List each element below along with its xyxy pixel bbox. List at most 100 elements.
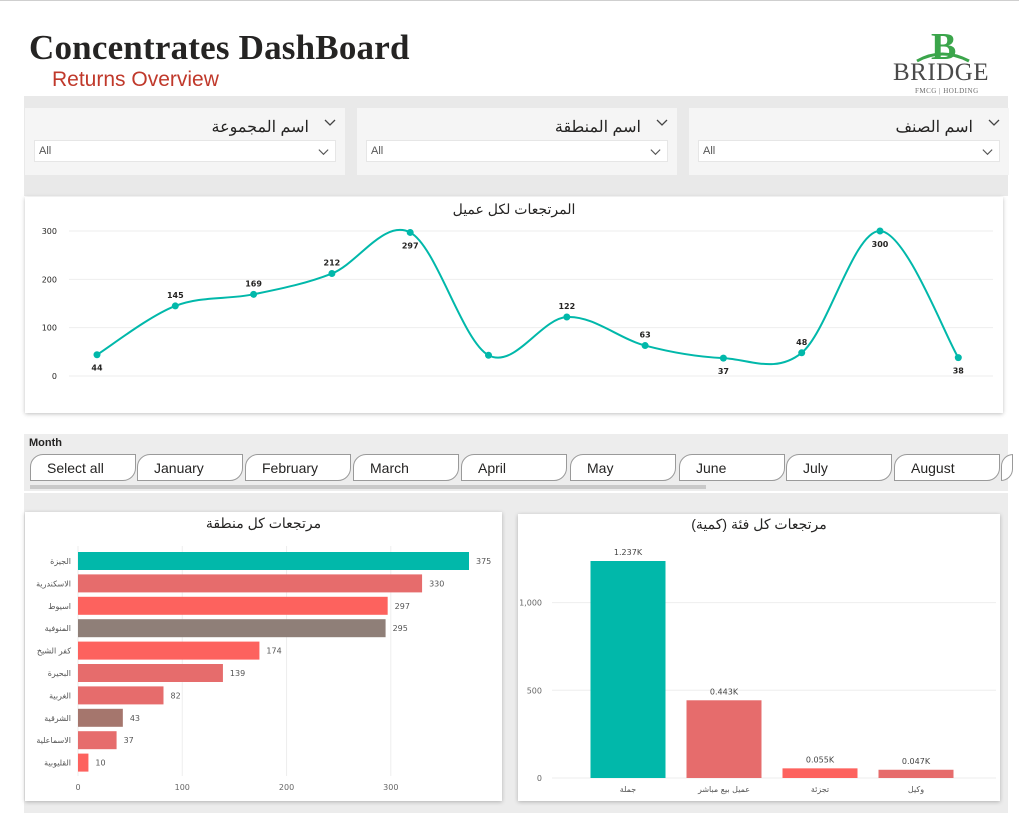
y-tick-label: 0 — [537, 774, 542, 783]
line-point — [641, 342, 649, 350]
month-option-june[interactable]: June — [679, 454, 785, 481]
bar — [78, 731, 117, 750]
x-tick-label: 100 — [175, 783, 190, 792]
bar-value-label: 0.055K — [806, 755, 835, 764]
slicer-dropdown[interactable]: All — [34, 140, 336, 162]
data-label: 297 — [402, 241, 419, 250]
data-label: 300 — [872, 240, 889, 249]
line-point — [876, 227, 884, 235]
data-label: 212 — [324, 259, 341, 268]
slicer-dropdown[interactable]: All — [698, 140, 1000, 162]
month-option-label: Select all — [47, 460, 104, 476]
slicer-title: اسم المنطقة — [554, 119, 641, 136]
chevron-down-icon[interactable] — [323, 116, 337, 130]
y-category-label: الشرقية — [44, 714, 71, 723]
slicer-item-name[interactable]: اسم الصنف All — [689, 108, 1009, 175]
chevron-down-icon[interactable] — [987, 116, 1001, 130]
bar-value-label: 1.237K — [614, 548, 643, 557]
month-option-february[interactable]: February — [245, 454, 351, 481]
logo-tagline: FMCG | HOLDING — [915, 87, 979, 95]
slicer-dropdown[interactable]: All — [366, 140, 668, 162]
data-label: 38 — [953, 367, 965, 376]
bar — [78, 664, 223, 682]
line-point — [798, 349, 806, 357]
bar — [686, 700, 762, 778]
chevron-down-icon[interactable] — [655, 116, 669, 130]
month-option-may[interactable]: May — [570, 454, 676, 481]
x-category-label: عميل بيع مباشر — [697, 785, 750, 794]
month-option-march[interactable]: March — [353, 454, 459, 481]
chevron-down-icon[interactable] — [317, 145, 330, 158]
page-subtitle: Returns Overview — [52, 68, 219, 91]
chevron-down-icon[interactable] — [981, 145, 994, 158]
bar — [782, 768, 858, 778]
line-point — [93, 351, 101, 359]
category-bar-chart[interactable]: 0 500 1,000 1.237K جملة 0.443K عميل بيع مباشر 0… — [518, 514, 1000, 801]
line-point — [954, 354, 962, 362]
y-category-label: الغربية — [49, 691, 71, 700]
bar — [78, 641, 260, 660]
line-chart-card[interactable]: المرتجعات لكل عميل 0 100 200 300 44 145 169 212… — [25, 197, 1003, 413]
line-point — [485, 351, 492, 359]
x-tick-label: 0 — [75, 783, 80, 792]
month-option-label: May — [587, 460, 614, 476]
month-slicer[interactable]: Month Select all January February March … — [24, 434, 1013, 491]
month-option-label: January — [154, 460, 204, 476]
y-tick-label: 200 — [42, 275, 57, 284]
horizontal-scrollbar[interactable] — [30, 485, 706, 489]
x-tick-label: 300 — [383, 783, 398, 792]
bar-value-label: 297 — [395, 602, 410, 611]
y-category-label: كفر الشيخ — [37, 647, 71, 656]
slicer-dropdown-value: All — [703, 145, 716, 157]
bar — [78, 619, 386, 638]
bar — [78, 574, 423, 593]
month-option-select-all[interactable]: Select all — [30, 454, 136, 481]
bar — [78, 708, 123, 727]
line-chart[interactable]: 0 100 200 300 44 145 169 212 297 122 63 37 48 300 38 — [25, 197, 1003, 413]
month-option-label: July — [803, 460, 828, 476]
y-tick-label: 100 — [42, 324, 57, 333]
y-tick-label: 500 — [527, 686, 542, 695]
slicer-title: اسم المجموعة — [211, 119, 309, 136]
bar-value-label: 82 — [170, 691, 180, 700]
slicer-title: اسم الصنف — [895, 119, 973, 136]
bar — [78, 596, 388, 615]
month-option-partial[interactable] — [1001, 454, 1013, 481]
line-series — [96, 229, 960, 366]
chevron-down-icon[interactable] — [649, 145, 662, 158]
region-bar-chart[interactable]: 0 100 200 300 الجيزة 375 الاسكندرية 330 اسيوط 297… — [25, 512, 502, 801]
month-option-july[interactable]: July — [786, 454, 892, 481]
bar-value-label: 0.443K — [710, 687, 739, 696]
y-tick-label: 0 — [52, 372, 57, 381]
bar-value-label: 375 — [476, 557, 491, 566]
bar-value-label: 43 — [130, 714, 140, 723]
line-point — [563, 313, 571, 321]
slicer-dropdown-value: All — [371, 145, 384, 157]
data-label: 48 — [796, 338, 808, 347]
y-category-label: المنوفية — [45, 624, 71, 633]
month-option-april[interactable]: April — [461, 454, 567, 481]
bridge-logo: B BRIDGE FMCG | HOLDING — [889, 29, 995, 99]
bar — [878, 769, 954, 778]
bar-value-label: 330 — [429, 579, 444, 588]
bar — [78, 552, 469, 570]
month-option-label: April — [478, 460, 507, 476]
data-label: 44 — [91, 364, 103, 373]
y-category-label: الاسماعلية — [36, 736, 71, 745]
month-option-label: March — [370, 460, 409, 476]
data-label: 122 — [558, 302, 575, 311]
month-option-january[interactable]: January — [137, 454, 243, 481]
region-bar-chart-card[interactable]: مرتجعات كل منطقة 0 100 200 300 الجيزة 375 الاس… — [25, 512, 502, 801]
month-slicer-label: Month — [29, 437, 62, 449]
slicer-region-name[interactable]: اسم المنطقة All — [357, 108, 677, 175]
line-point — [328, 270, 336, 278]
bar-value-label: 139 — [230, 669, 245, 678]
category-bar-chart-card[interactable]: مرتجعات كل فئة (كمية) 0 500 1,000 1.237K جمل… — [518, 514, 1000, 801]
data-label: 169 — [245, 279, 262, 288]
month-option-label: August — [911, 460, 955, 476]
line-point — [406, 228, 414, 236]
slicer-group-name[interactable]: اسم المجموعة All — [25, 108, 345, 175]
bar-value-label: 174 — [266, 647, 281, 656]
slicer-dropdown-value: All — [39, 145, 52, 157]
month-option-august[interactable]: August — [894, 454, 1000, 481]
